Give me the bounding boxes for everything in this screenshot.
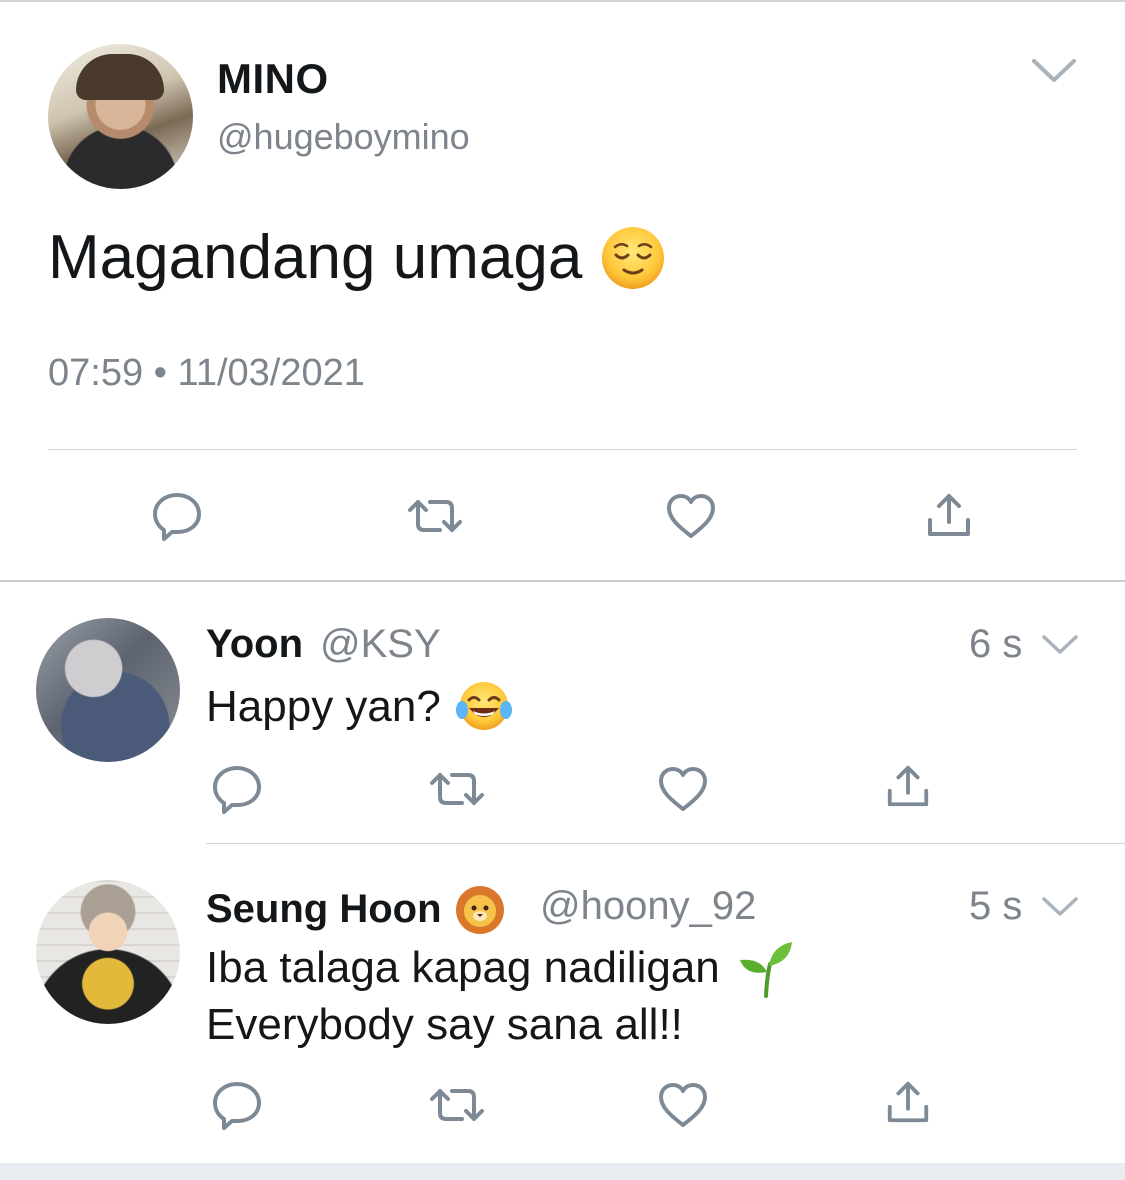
reply-time: 5 s: [969, 884, 1023, 928]
bottom-separator: [0, 1163, 1125, 1180]
tweet-text-row: Magandang umaga: [48, 222, 666, 294]
reply-text-row: Happy yan?: [206, 678, 513, 736]
author-name[interactable]: MINO: [217, 55, 329, 103]
reply-avatar-seung-hoon[interactable]: [36, 880, 180, 1024]
reply-text: Happy yan?: [206, 682, 441, 731]
reply-icon[interactable]: [210, 1078, 264, 1132]
reply-text-line2: Everybody say sana all!!: [206, 1000, 683, 1049]
reply-handle[interactable]: @KSY: [320, 622, 441, 667]
lion-face-icon: [455, 886, 504, 934]
reply-avatar-yoon[interactable]: [36, 618, 180, 762]
chevron-down-icon[interactable]: [1040, 632, 1080, 658]
retweet-icon[interactable]: [428, 1083, 486, 1127]
like-icon[interactable]: [656, 1080, 710, 1130]
share-icon[interactable]: [884, 762, 932, 810]
reply-icon[interactable]: [210, 762, 264, 816]
share-icon[interactable]: [924, 490, 974, 540]
reply-handle[interactable]: @hoony_92: [540, 884, 756, 929]
reply-time: 6 s: [969, 622, 1023, 666]
like-icon[interactable]: [656, 764, 710, 814]
chevron-down-icon[interactable]: [1030, 56, 1078, 86]
author-handle[interactable]: @hugeboymino: [217, 116, 470, 158]
seedling-icon: [739, 942, 792, 998]
reply-name-text: Seung Hoon: [206, 886, 442, 931]
tweet-timestamp[interactable]: 07:59 • 11/03/2021: [48, 352, 365, 395]
reply-text-line1: Iba talaga kapag nadiligan: [206, 938, 796, 998]
retweet-icon[interactable]: [406, 494, 464, 538]
like-icon[interactable]: [664, 491, 718, 541]
reply-divider: [206, 843, 1125, 844]
reply-icon[interactable]: [150, 489, 204, 543]
share-icon[interactable]: [884, 1078, 932, 1126]
author-avatar[interactable]: [48, 44, 193, 189]
reply-text: Iba talaga kapag nadiligan: [206, 943, 720, 992]
relieved-face-icon: [602, 227, 665, 289]
retweet-icon[interactable]: [428, 767, 486, 811]
chevron-down-icon[interactable]: [1040, 894, 1080, 920]
face-with-tears-of-joy-icon: [455, 682, 512, 730]
section-divider: [0, 580, 1125, 582]
tweet-divider: [48, 449, 1077, 450]
tweet-text: Magandang umaga: [48, 223, 583, 292]
reply-name[interactable]: Seung Hoon: [206, 884, 506, 934]
top-divider: [0, 0, 1125, 2]
reply-name[interactable]: Yoon: [206, 622, 303, 667]
